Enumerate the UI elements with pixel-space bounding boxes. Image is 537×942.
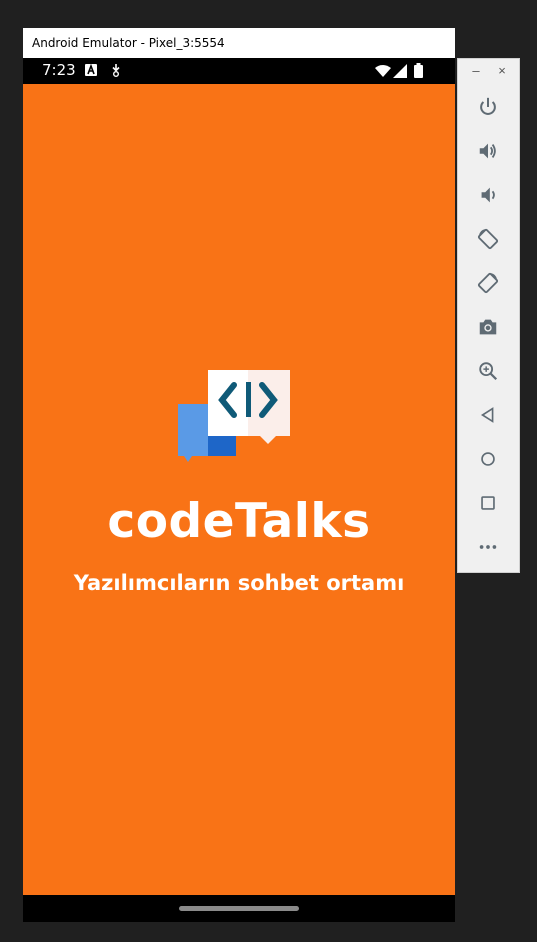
app-name: codeTalks — [107, 494, 371, 549]
volume-down-button[interactable] — [474, 181, 502, 209]
emulator-side-toolbar: – × — [457, 58, 520, 573]
screenshot-button[interactable] — [474, 313, 502, 341]
android-navigation-bar — [23, 895, 455, 922]
rotate-left-icon — [477, 228, 499, 250]
download-notification-icon — [112, 64, 120, 77]
zoom-icon — [479, 362, 498, 381]
rotate-right-button[interactable] — [474, 269, 502, 297]
more-options-button[interactable] — [474, 533, 502, 561]
close-icon[interactable]: × — [495, 63, 509, 78]
android-status-bar: 7:23 — [23, 58, 455, 84]
minimize-icon[interactable]: – — [469, 63, 483, 78]
home-icon — [481, 452, 495, 466]
notification-a-icon — [85, 64, 97, 76]
zoom-button[interactable] — [474, 357, 502, 385]
power-icon — [480, 97, 496, 115]
emulator-window: Android Emulator - Pixel_3:5554 7:23 cod… — [23, 28, 455, 922]
volume-up-button[interactable] — [474, 137, 502, 165]
back-icon — [480, 407, 494, 423]
more-icon — [479, 545, 497, 549]
status-time: 7:23 — [42, 61, 76, 79]
volume-down-icon — [481, 187, 495, 203]
overview-icon — [481, 496, 495, 510]
overview-button[interactable] — [474, 489, 502, 517]
power-button[interactable] — [474, 93, 502, 121]
window-title-bar: Android Emulator - Pixel_3:5554 — [23, 28, 455, 58]
battery-icon — [414, 63, 423, 78]
cellular-signal-icon — [393, 64, 407, 78]
splash-screen: codeTalks Yazılımcıların sohbet ortamı — [23, 84, 455, 895]
codetalks-logo — [178, 370, 290, 462]
rotate-right-icon — [477, 272, 499, 294]
app-tagline: Yazılımcıların sohbet ortamı — [73, 571, 405, 595]
back-button[interactable] — [474, 401, 502, 429]
home-gesture-pill[interactable] — [179, 906, 299, 911]
volume-up-icon — [479, 143, 496, 159]
camera-icon — [479, 319, 497, 335]
rotate-left-button[interactable] — [474, 225, 502, 253]
window-title: Android Emulator - Pixel_3:5554 — [32, 36, 225, 50]
home-button[interactable] — [474, 445, 502, 473]
wifi-icon — [375, 65, 391, 77]
